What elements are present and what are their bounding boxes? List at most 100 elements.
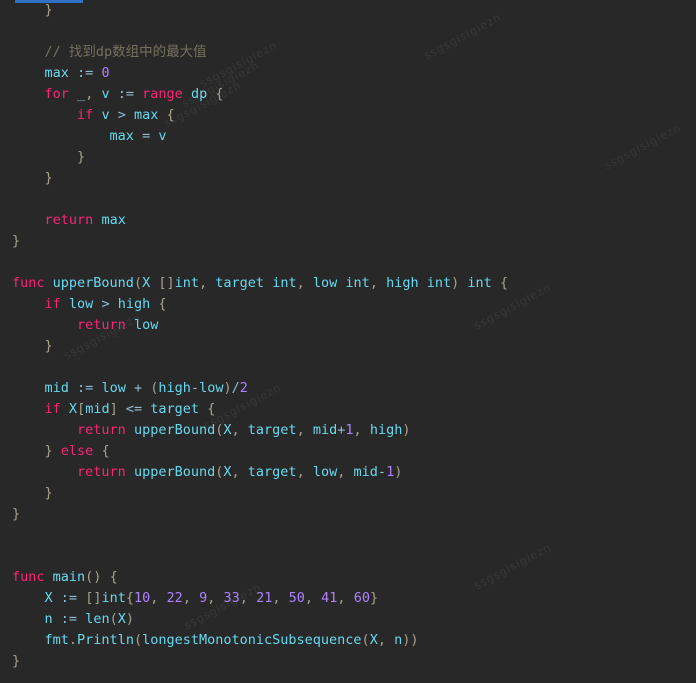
code-line[interactable]: } [0,336,508,357]
code-token-pun: , [182,590,191,606]
code-token-kw: for [44,86,69,102]
code-token-pun: [] [158,275,175,291]
code-token-num: 21 [256,590,273,606]
code-token-fn: X [223,422,232,438]
code-line[interactable]: } [0,504,508,525]
code-token-fn: v [101,86,110,102]
code-block[interactable]: } // 找到dp数组中的最大值 max := 0 for _, v := ra… [0,0,508,672]
code-token-fn: X [117,611,126,627]
code-token-fn: max [109,128,134,144]
code-line[interactable]: } [0,651,508,672]
code-token-fn: int [101,590,126,606]
code-line[interactable]: mid := low + (high-low)/2 [0,378,508,399]
code-token-op: + [133,380,143,396]
code-token-pun: } [12,653,21,669]
code-line[interactable]: } else { [0,441,508,462]
code-token-fn: X [44,590,53,606]
code-line[interactable]: } [0,147,508,168]
code-line[interactable] [0,252,508,273]
code-line[interactable]: func main() { [0,567,508,588]
code-line[interactable]: if X[mid] <= target { [0,399,508,420]
code-token-fn: int [272,275,297,291]
code-token-pun: ) [223,380,232,396]
code-token-fn: target [150,401,200,417]
code-token-pun: [ [77,401,86,417]
code-line[interactable]: } [0,168,508,189]
code-token-fn: high [117,296,151,312]
code-line[interactable] [0,357,508,378]
code-line[interactable]: return upperBound(X, target, low, mid-1) [0,462,508,483]
code-line[interactable] [0,189,508,210]
code-token-num: 1 [386,464,395,480]
code-token-fn: low [68,296,94,312]
code-token-fn: Println [77,632,134,648]
code-token-pun: ) [402,422,411,438]
code-token-kw: else [60,443,94,459]
code-token-fn: int [345,275,370,291]
code-token-fn: upperBound [133,464,216,480]
code-token-op: <= [125,401,143,417]
code-line[interactable] [0,546,508,567]
code-token-fn: low [312,464,338,480]
code-line[interactable]: fmt.Println(longestMonotonicSubsequence(… [0,630,508,651]
code-token-fn: mid [353,464,378,480]
code-token-fn: fmt [44,632,69,648]
code-line[interactable]: if low > high { [0,294,508,315]
code-line[interactable]: max := 0 [0,63,508,84]
code-line[interactable]: } [0,231,508,252]
code-line[interactable]: if v > max { [0,105,508,126]
code-token-pun: } [44,2,53,18]
code-token-fn: v [101,107,110,123]
code-line[interactable]: } [0,0,508,21]
code-token-fn: X [223,464,232,480]
code-editor-surface[interactable]: ssgsgisigiezn ssgsgisigiezn ssgsgisigiez… [0,0,696,683]
code-line[interactable]: func upperBound(X []int, target int, low… [0,273,508,294]
code-token-pun: ) [410,632,419,648]
code-token-pun: , [231,464,240,480]
code-token-fn: v [158,128,167,144]
code-token-num: 33 [223,590,240,606]
code-line[interactable]: for _, v := range dp { [0,84,508,105]
code-line[interactable]: } [0,483,508,504]
code-line[interactable]: n := len(X) [0,609,508,630]
code-token-kw: if [77,107,94,123]
code-token-fn: low [199,380,224,396]
code-line[interactable]: // 找到dp数组中的最大值 [0,42,508,63]
code-line[interactable]: return upperBound(X, target, mid+1, high… [0,420,508,441]
code-token-fn: int [426,275,452,291]
code-token-fn: n [44,611,53,627]
code-token-pun: } [44,443,53,459]
code-line[interactable] [0,525,508,546]
code-token-fn: len [85,611,110,627]
code-line[interactable]: max = v [0,126,508,147]
code-line[interactable]: X := []int{10, 22, 9, 33, 21, 50, 41, 60… [0,588,508,609]
code-line[interactable]: return low [0,315,508,336]
code-token-kw: return [77,422,126,438]
code-token-op: / [231,380,240,396]
code-token-op: - [377,464,387,480]
code-line[interactable] [0,21,508,42]
code-line[interactable]: return max [0,210,508,231]
